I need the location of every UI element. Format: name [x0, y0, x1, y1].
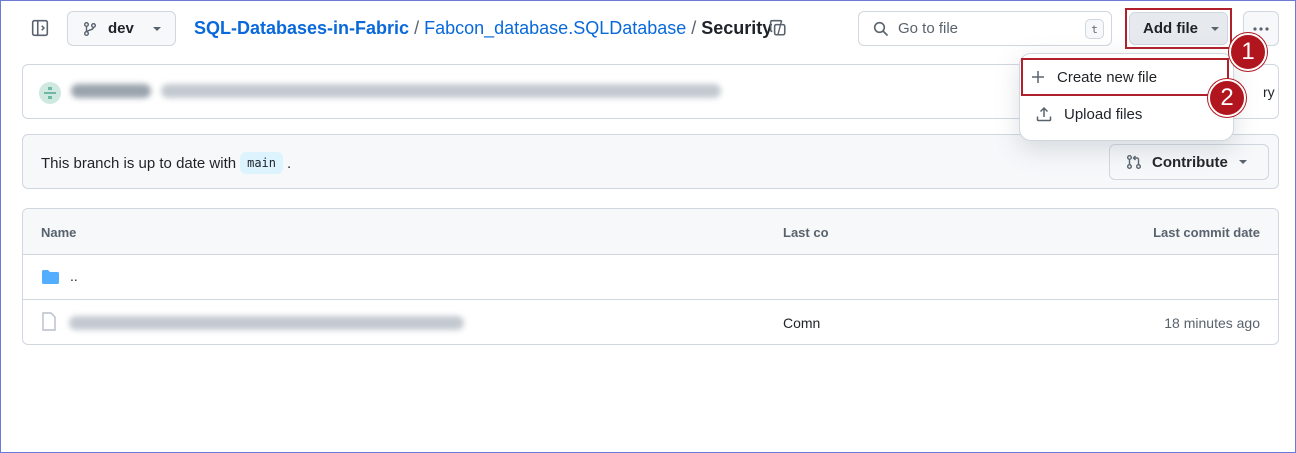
column-header-last-commit-date: Last commit date: [1153, 225, 1260, 240]
table-header: Name Last co Last commit date: [23, 209, 1278, 255]
plus-icon: [1032, 71, 1044, 83]
breadcrumb: SQL-Databases-in-Fabric / Fabcon_databas…: [194, 18, 787, 39]
step-badge-2: 2: [1208, 79, 1246, 117]
sidebar-toggle-button[interactable]: [26, 14, 54, 42]
column-header-name: Name: [41, 225, 77, 240]
branch-status-bar: This branch is up to date with main . Co…: [22, 134, 1279, 189]
go-to-file-placeholder: Go to file: [898, 20, 959, 37]
add-file-dropdown-menu: Create new file Upload files: [1019, 53, 1234, 141]
copy-path-button[interactable]: [765, 15, 791, 41]
branch-status-text: This branch is up to date with main .: [41, 152, 291, 174]
caret-down-icon: [152, 26, 161, 31]
breadcrumb-current: Security: [701, 18, 773, 38]
menu-item-label: Create new file: [1057, 68, 1158, 86]
step-badge-1: 1: [1229, 33, 1267, 71]
file-commit-date: 18 minutes ago: [1164, 315, 1260, 331]
menu-item-create-new-file[interactable]: Create new file: [1021, 58, 1229, 96]
file-commit-message[interactable]: Comn: [783, 315, 820, 331]
commit-message-redacted: [161, 84, 721, 98]
avatar: [39, 82, 61, 104]
file-name-redacted: [69, 316, 464, 330]
add-file-highlight: Add file: [1125, 8, 1232, 49]
contribute-label: Contribute: [1152, 153, 1228, 171]
history-link[interactable]: ry: [1263, 84, 1275, 100]
add-file-button[interactable]: Add file: [1129, 12, 1228, 45]
search-icon: [873, 21, 889, 36]
add-file-label: Add file: [1143, 20, 1198, 37]
sidebar-panel-icon: [31, 19, 49, 37]
branch-name: dev: [108, 20, 134, 37]
go-to-file-input[interactable]: Go to file t: [858, 11, 1112, 46]
commit-author-redacted: [71, 84, 151, 98]
breadcrumb-separator: /: [414, 18, 420, 38]
file-table: Name Last co Last commit date .. Comn 18…: [22, 208, 1279, 345]
branch-selector-button[interactable]: dev: [67, 11, 176, 46]
folder-icon: [42, 270, 59, 284]
table-row[interactable]: Comn 18 minutes ago: [23, 300, 1278, 344]
git-branch-icon: [84, 21, 96, 36]
kebab-horizontal-icon: [1253, 26, 1269, 31]
copy-icon: [769, 19, 786, 36]
caret-down-icon: [1238, 160, 1247, 164]
table-row[interactable]: ..: [23, 255, 1278, 300]
breadcrumb-repo-link[interactable]: SQL-Databases-in-Fabric: [194, 18, 409, 39]
caret-down-icon: [1211, 26, 1219, 31]
parent-directory-link[interactable]: ..: [70, 268, 78, 284]
file-icon: [42, 312, 56, 331]
contribute-button[interactable]: Contribute: [1109, 144, 1269, 180]
breadcrumb-separator: /: [691, 18, 697, 38]
branch-status-message: This branch is up to date with: [41, 154, 237, 172]
git-pull-request-icon: [1127, 155, 1141, 169]
base-branch-ref[interactable]: main: [240, 152, 284, 174]
upload-icon: [1036, 106, 1052, 122]
avatar-identicon-icon: [44, 87, 56, 99]
column-header-last-commit: Last co: [783, 225, 829, 240]
breadcrumb-folder-link[interactable]: Fabcon_database.SQLDatabase: [424, 18, 686, 39]
keyboard-shortcut-hint: t: [1085, 19, 1104, 39]
menu-item-label: Upload files: [1064, 105, 1143, 123]
branch-status-period: .: [287, 154, 292, 172]
menu-item-upload-files[interactable]: Upload files: [1028, 97, 1227, 131]
